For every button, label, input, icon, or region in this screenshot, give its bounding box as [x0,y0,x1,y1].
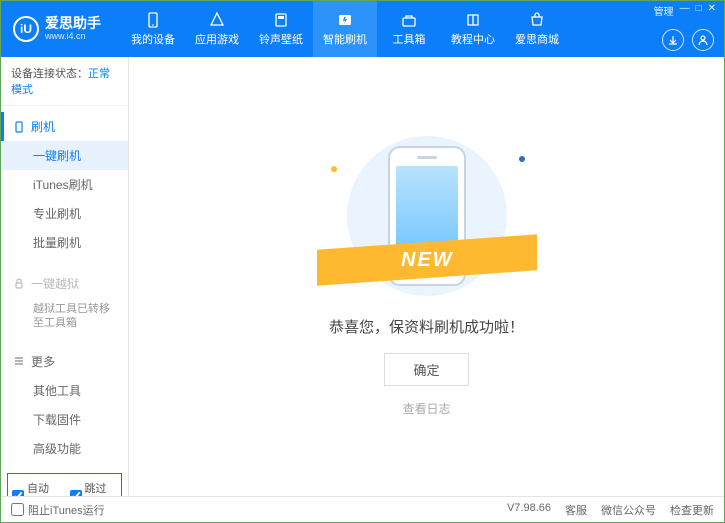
main-content: NEW 恭喜您，保资料刷机成功啦！ 确定 查看日志 [129,57,724,496]
download-button[interactable] [662,29,684,51]
version-label: V7.98.66 [507,502,551,518]
sidebar-item-batch-flash[interactable]: 批量刷机 [1,228,128,257]
sidebar: 设备连接状态：正常模式 刷机 一键刷机 iTunes刷机 专业刷机 批量刷机 一… [1,57,129,496]
sidebar-item-oneclick-flash[interactable]: 一键刷机 [1,141,128,170]
check-update-link[interactable]: 检查更新 [670,502,714,518]
window-controls: 管理 — □ ✕ [654,3,716,18]
logo: iU 爱思助手 www.i4.cn [1,16,113,42]
nav-ringtones[interactable]: 铃声壁纸 [249,1,313,57]
phone-icon [13,121,25,133]
minimize-button[interactable]: — [680,3,690,18]
ribbon-text: NEW [400,249,453,272]
close-button[interactable]: ✕ [708,3,716,18]
nav-label: 爱思商城 [515,31,559,47]
shop-icon [528,11,546,29]
sidebar-item-itunes-flash[interactable]: iTunes刷机 [1,170,128,199]
nav-label: 铃声壁纸 [259,31,303,47]
nav-apps[interactable]: 应用游戏 [185,1,249,57]
nav-label: 工具箱 [393,31,426,47]
customer-service-link[interactable]: 客服 [565,502,587,518]
view-log-link[interactable]: 查看日志 [402,400,450,417]
options-highlight: 自动激活 跳过向导 [7,473,122,496]
wechat-link[interactable]: 微信公众号 [601,502,656,518]
nav-smart-flash[interactable]: 智能刷机 [313,1,377,57]
sidebar-item-other-tools[interactable]: 其他工具 [1,376,128,405]
nav-toolbox[interactable]: 工具箱 [377,1,441,57]
main-nav: 我的设备 应用游戏 铃声壁纸 智能刷机 工具箱 教程中心 [121,1,569,57]
checkbox-block-itunes[interactable]: 阻止iTunes运行 [11,502,105,518]
maximize-button[interactable]: □ [696,3,702,18]
sidebar-head-more[interactable]: 更多 [1,347,128,376]
book-icon [464,11,482,29]
sidebar-item-advanced[interactable]: 高级功能 [1,434,128,463]
user-button[interactable] [692,29,714,51]
nav-shop[interactable]: 爱思商城 [505,1,569,57]
nav-label: 我的设备 [131,31,175,47]
lock-icon [13,278,25,290]
music-icon [272,11,290,29]
status-bar: 阻止iTunes运行 V7.98.66 客服 微信公众号 检查更新 [1,496,724,522]
jailbreak-note: 越狱工具已转移至工具箱 [1,298,111,335]
app-url: www.i4.cn [45,32,101,42]
flash-icon [336,11,354,29]
menu-icon [13,355,25,367]
sidebar-head-jailbreak: 一键越狱 [1,269,128,298]
nav-tutorials[interactable]: 教程中心 [441,1,505,57]
checkbox-auto-activate[interactable]: 自动激活 [12,480,60,496]
nav-label: 应用游戏 [195,31,239,47]
sidebar-head-flash[interactable]: 刷机 [1,112,128,141]
nav-label: 智能刷机 [323,31,367,47]
toolbox-icon [400,11,418,29]
success-message: 恭喜您，保资料刷机成功啦！ [329,316,524,337]
app-title: 爱思助手 [45,16,101,31]
nav-my-device[interactable]: 我的设备 [121,1,185,57]
nav-label: 教程中心 [451,31,495,47]
sidebar-item-pro-flash[interactable]: 专业刷机 [1,199,128,228]
connection-status: 设备连接状态：正常模式 [1,57,128,106]
success-illustration: NEW [317,136,537,296]
ok-button[interactable]: 确定 [384,353,468,386]
checkbox-skip-guide[interactable]: 跳过向导 [70,480,118,496]
apps-icon [208,11,226,29]
device-icon [144,11,162,29]
app-header: iU 爱思助手 www.i4.cn 我的设备 应用游戏 铃声壁纸 智能刷机 [1,1,724,57]
sidebar-item-download-firmware[interactable]: 下载固件 [1,405,128,434]
manage-link[interactable]: 管理 [654,3,674,18]
logo-icon: iU [13,16,39,42]
